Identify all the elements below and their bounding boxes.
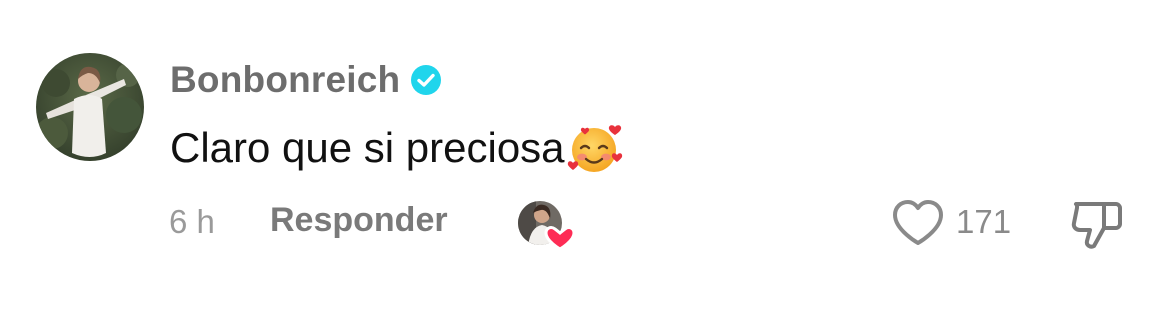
comment-timestamp: 6 h bbox=[169, 203, 215, 240]
comment-text: Claro que si preciosa bbox=[170, 118, 625, 178]
like-count: 171 bbox=[956, 203, 1012, 240]
thumbs-down-icon bbox=[1071, 202, 1122, 249]
username-row: Bonbonreich bbox=[170, 56, 442, 104]
creator-liked-icon bbox=[516, 199, 576, 251]
verified-badge-icon bbox=[410, 64, 442, 96]
like-button[interactable] bbox=[890, 198, 946, 248]
comment-item: Bonbonreich Claro que si preciosa 6 h Re… bbox=[0, 0, 1170, 315]
smiling-face-with-hearts-icon bbox=[567, 119, 625, 177]
heart-outline-icon bbox=[893, 200, 943, 245]
dislike-button[interactable] bbox=[1068, 196, 1126, 252]
user-avatar[interactable] bbox=[36, 53, 144, 161]
reply-button[interactable]: Responder bbox=[270, 201, 448, 240]
comment-body: Claro que si preciosa bbox=[170, 124, 565, 171]
username[interactable]: Bonbonreich bbox=[170, 59, 400, 101]
